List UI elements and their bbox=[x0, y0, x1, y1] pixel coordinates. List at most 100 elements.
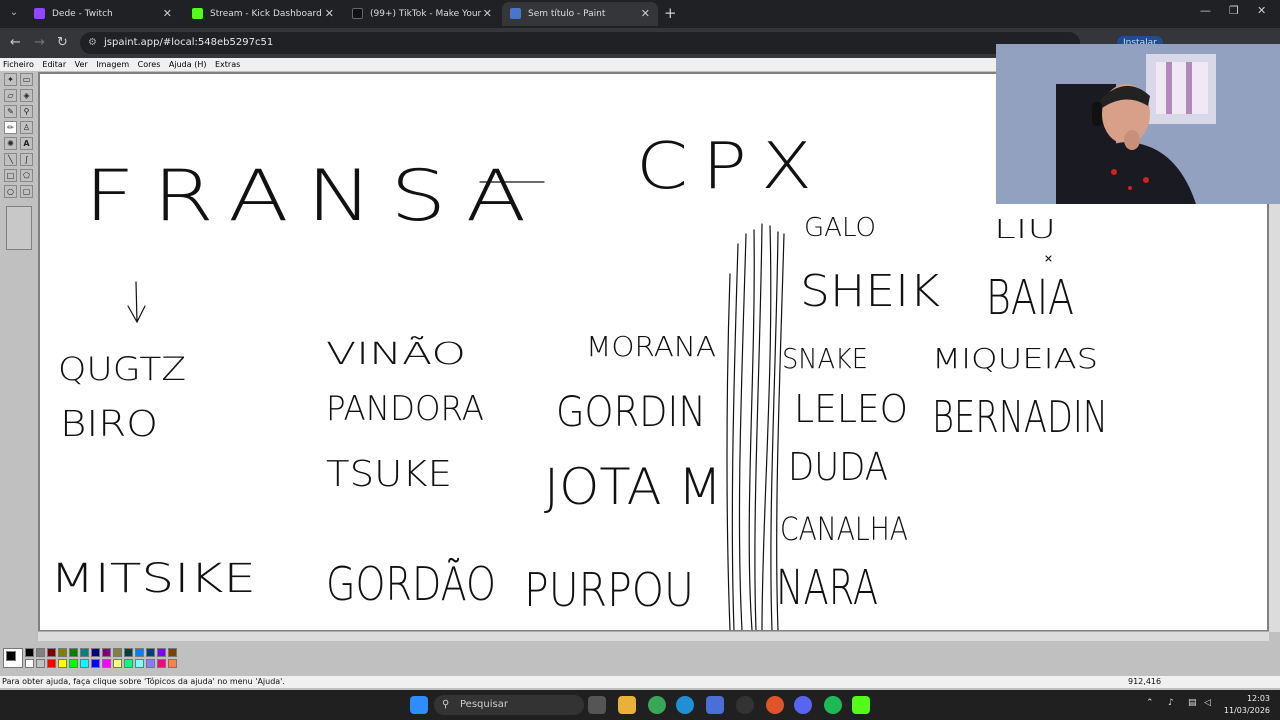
obs-icon[interactable] bbox=[736, 696, 754, 714]
player-name: SNAKE bbox=[782, 342, 868, 375]
tab-kick[interactable]: Stream - Kick Dashboard ✕ bbox=[184, 2, 342, 26]
horizontal-scrollbar[interactable] bbox=[38, 631, 1269, 641]
fill-icon[interactable]: ◈ bbox=[20, 89, 33, 102]
close-icon[interactable]: ✕ bbox=[163, 2, 172, 26]
brave-icon[interactable] bbox=[766, 696, 784, 714]
player-name: NARA bbox=[776, 560, 878, 616]
edge-icon[interactable] bbox=[676, 696, 694, 714]
site-info-icon[interactable]: ⚙ bbox=[88, 32, 97, 54]
heading-right: CPX bbox=[636, 130, 826, 204]
palette-swatch[interactable] bbox=[124, 659, 133, 668]
close-icon[interactable]: ✕ bbox=[641, 2, 650, 26]
palette-swatch[interactable] bbox=[113, 648, 122, 657]
palette-swatch[interactable] bbox=[124, 648, 133, 657]
back-icon[interactable]: ← bbox=[10, 35, 21, 50]
menu-image[interactable]: Imagem bbox=[96, 60, 129, 69]
palette-swatch[interactable] bbox=[157, 659, 166, 668]
palette-swatch[interactable] bbox=[25, 648, 34, 657]
forward-icon[interactable]: → bbox=[34, 35, 45, 50]
select-icon[interactable]: ▭ bbox=[20, 73, 33, 86]
close-icon[interactable]: ✕ bbox=[483, 2, 492, 26]
palette-swatch[interactable] bbox=[69, 659, 78, 668]
palette-swatch[interactable] bbox=[36, 648, 45, 657]
palette-swatch[interactable] bbox=[157, 648, 166, 657]
tab-twitch[interactable]: Dede - Twitch ✕ bbox=[26, 2, 180, 26]
palette-swatch[interactable] bbox=[91, 659, 100, 668]
menu-file[interactable]: Ficheiro bbox=[3, 60, 34, 69]
minimize-icon[interactable]: — bbox=[1200, 4, 1211, 17]
magnifier-icon[interactable]: ⚲ bbox=[20, 105, 33, 118]
discord-icon[interactable] bbox=[794, 696, 812, 714]
rectangle-icon[interactable]: □ bbox=[4, 169, 17, 182]
palette-swatch[interactable] bbox=[91, 648, 100, 657]
webcam-image bbox=[996, 44, 1280, 204]
palette-swatch[interactable] bbox=[168, 659, 177, 668]
palette-swatch[interactable] bbox=[69, 648, 78, 657]
palette-swatch[interactable] bbox=[58, 659, 67, 668]
tray-chevron-icon[interactable]: ⌃ bbox=[1146, 698, 1154, 708]
palette-swatch[interactable] bbox=[135, 659, 144, 668]
kick-app-icon[interactable] bbox=[852, 696, 870, 714]
player-name: BAIA bbox=[986, 270, 1074, 326]
url-text: jspaint.app/#local:548eb5297c51 bbox=[104, 37, 274, 48]
taskbar-search[interactable]: ⚲ Pesquisar bbox=[434, 695, 584, 715]
player-name: LIU bbox=[994, 215, 1056, 245]
eraser-icon[interactable]: ▱ bbox=[4, 89, 17, 102]
palette-swatch[interactable] bbox=[58, 648, 67, 657]
ellipse-icon[interactable]: ○ bbox=[4, 185, 17, 198]
menu-colors[interactable]: Cores bbox=[138, 60, 161, 69]
tab-paint[interactable]: Sem título - Paint ✕ bbox=[502, 2, 658, 26]
menu-extras[interactable]: Extras bbox=[215, 60, 240, 69]
new-tab-icon[interactable]: + bbox=[664, 4, 677, 22]
palette-swatch[interactable] bbox=[25, 659, 34, 668]
clock[interactable]: 12:03 11/03/2026 bbox=[1218, 693, 1270, 717]
palette-swatch[interactable] bbox=[80, 648, 89, 657]
brush-icon[interactable]: ♙ bbox=[20, 121, 33, 134]
curve-icon[interactable]: ∫ bbox=[20, 153, 33, 166]
file-explorer-icon[interactable] bbox=[618, 696, 636, 714]
palette-swatch[interactable] bbox=[102, 648, 111, 657]
volume-icon[interactable]: ◁ bbox=[1204, 698, 1211, 708]
player-name: DUDA bbox=[788, 445, 888, 489]
network-icon[interactable]: ▤ bbox=[1188, 698, 1197, 708]
primary-color[interactable] bbox=[6, 651, 16, 661]
url-field[interactable]: ⚙ jspaint.app/#local:548eb5297c51 bbox=[80, 32, 1080, 54]
palette-swatch[interactable] bbox=[135, 648, 144, 657]
rounded-rectangle-icon[interactable]: ▢ bbox=[20, 185, 33, 198]
line-icon[interactable]: ╲ bbox=[4, 153, 17, 166]
palette-swatch[interactable] bbox=[47, 648, 56, 657]
menu-view[interactable]: Ver bbox=[75, 60, 88, 69]
reload-icon[interactable]: ↻ bbox=[57, 35, 68, 50]
menu-edit[interactable]: Editar bbox=[42, 60, 66, 69]
microphone-icon[interactable]: ♪ bbox=[1168, 698, 1174, 708]
tiktok-icon bbox=[352, 8, 363, 19]
tab-search-icon[interactable]: ⌄ bbox=[6, 5, 22, 21]
pencil-icon[interactable]: ✏ bbox=[4, 121, 17, 134]
palette-swatch[interactable] bbox=[146, 659, 155, 668]
palette-swatch[interactable] bbox=[168, 648, 177, 657]
palette-swatch[interactable] bbox=[102, 659, 111, 668]
player-name: LELEO bbox=[794, 387, 908, 431]
palette-swatch[interactable] bbox=[36, 659, 45, 668]
tool-options[interactable] bbox=[6, 206, 32, 250]
player-name: SHEIK bbox=[800, 266, 940, 317]
text-icon[interactable]: A bbox=[20, 137, 33, 150]
maximize-icon[interactable]: ❐ bbox=[1229, 4, 1239, 17]
tab-tiktok[interactable]: (99+) TikTok - Make Your Day ✕ bbox=[344, 2, 500, 43]
windows-start-icon[interactable] bbox=[410, 696, 428, 714]
close-icon[interactable]: ✕ bbox=[325, 2, 334, 26]
task-view-icon[interactable] bbox=[588, 696, 606, 714]
palette-swatch[interactable] bbox=[80, 659, 89, 668]
palette-swatch[interactable] bbox=[113, 659, 122, 668]
airbrush-icon[interactable]: ✺ bbox=[4, 137, 17, 150]
store-icon[interactable] bbox=[706, 696, 724, 714]
polygon-icon[interactable]: ⬠ bbox=[20, 169, 33, 182]
chrome-icon[interactable] bbox=[648, 696, 666, 714]
palette-swatch[interactable] bbox=[47, 659, 56, 668]
free-select-icon[interactable]: ✦ bbox=[4, 73, 17, 86]
menu-help[interactable]: Ajuda (H) bbox=[169, 60, 207, 69]
color-picker-icon[interactable]: ✎ bbox=[4, 105, 17, 118]
close-window-icon[interactable]: ✕ bbox=[1257, 4, 1266, 17]
palette-swatch[interactable] bbox=[146, 648, 155, 657]
spotify-icon[interactable] bbox=[824, 696, 842, 714]
